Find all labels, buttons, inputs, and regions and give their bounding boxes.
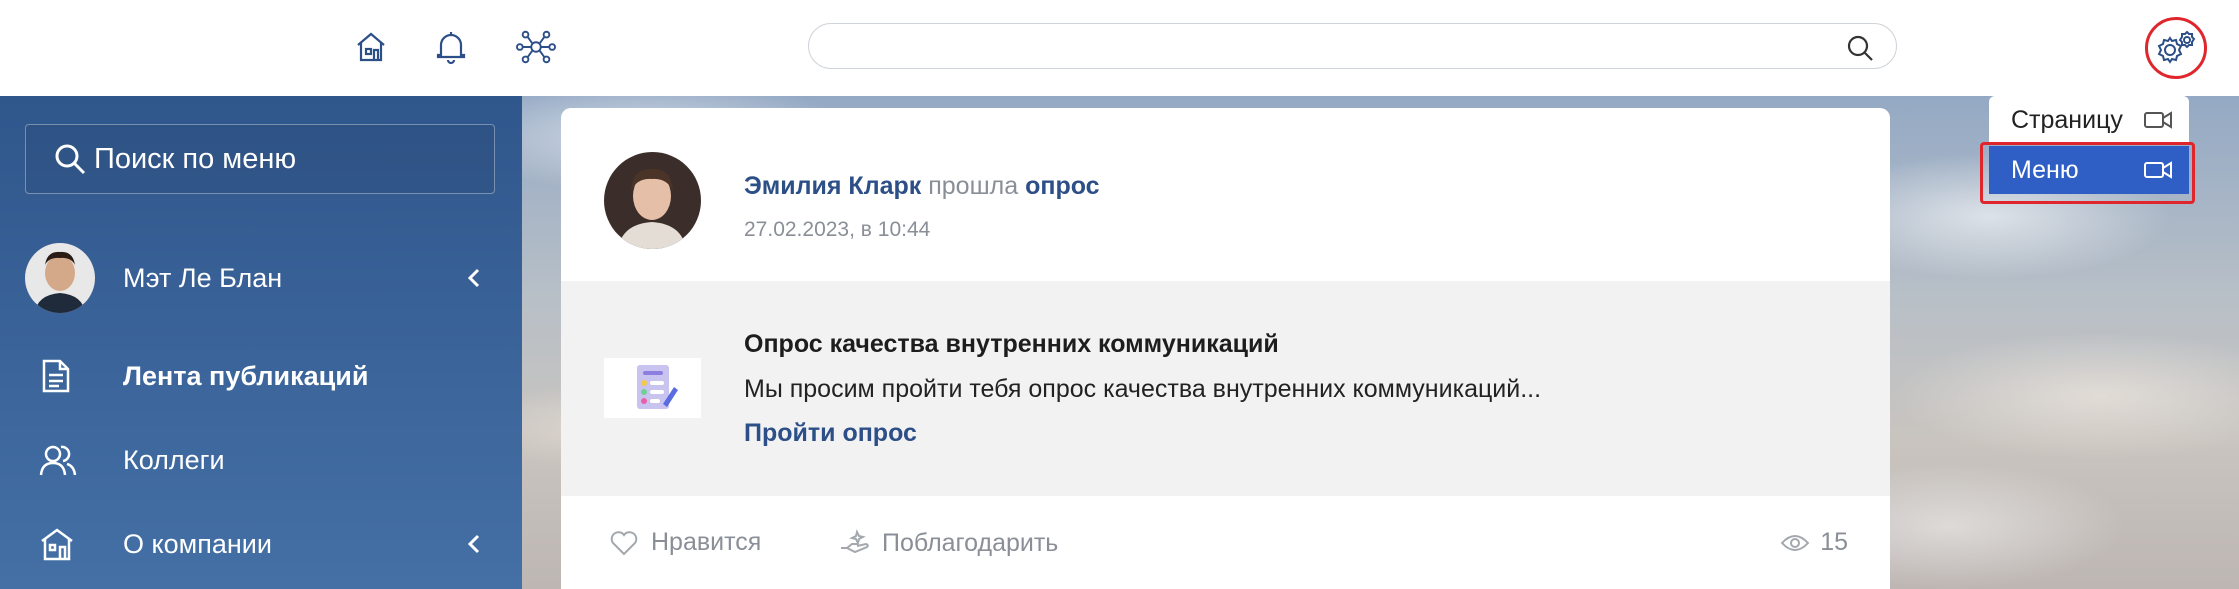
- thank-label: Поблагодарить: [882, 528, 1059, 557]
- views-count: 15: [1820, 528, 1848, 556]
- search-icon[interactable]: [1846, 34, 1874, 62]
- post-date: 27.02.2023, в 10:44: [744, 218, 931, 241]
- post-header: Эмилия Кларк прошла опрос 27.02.2023, в …: [561, 108, 1890, 281]
- sidebar: Поиск по меню Мэт Ле Блан Лента публикац…: [0, 96, 522, 589]
- like-button[interactable]: Нравится: [609, 528, 761, 557]
- sidebar-item-label: О компании: [123, 528, 272, 559]
- gears-icon: [2157, 30, 2196, 64]
- poll-description: Мы просим пройти тебя опрос качества вну…: [744, 375, 1542, 403]
- search-icon: [55, 144, 86, 175]
- author-avatar[interactable]: [604, 152, 701, 249]
- sidebar-search-label: Поиск по меню: [94, 142, 297, 175]
- like-label: Нравится: [651, 528, 762, 556]
- sidebar-item-about[interactable]: О компании: [25, 514, 495, 574]
- settings-button[interactable]: [2145, 17, 2207, 79]
- network-icon[interactable]: [516, 26, 556, 68]
- sidebar-search[interactable]: Поиск по меню: [25, 124, 495, 194]
- user-profile[interactable]: Мэт Ле Блан: [25, 242, 495, 314]
- sidebar-item-feed[interactable]: Лента публикаций: [25, 346, 495, 406]
- sidebar-item-label: Лента публикаций: [123, 360, 369, 391]
- poll-thumbnail: [604, 358, 701, 418]
- take-poll-link[interactable]: Пройти опрос: [744, 419, 917, 448]
- sidebar-item-label: Коллеги: [123, 444, 225, 475]
- chevron-left-icon[interactable]: [463, 533, 485, 555]
- home-icon[interactable]: [351, 26, 391, 68]
- post-card: Эмилия Кларк прошла опрос 27.02.2023, в …: [561, 108, 1890, 589]
- search-input[interactable]: [829, 30, 1829, 62]
- settings-dropdown: Страницу Меню: [1989, 96, 2189, 208]
- poll-block: Опрос качества внутренних коммуникаций М…: [561, 281, 1890, 496]
- author-name[interactable]: Эмилия Кларк: [744, 172, 921, 200]
- video-camera-icon: [2144, 161, 2172, 179]
- avatar: [25, 243, 95, 313]
- search-bar[interactable]: [808, 23, 1897, 69]
- chevron-left-icon[interactable]: [463, 267, 485, 289]
- post-footer: Нравится Поблагодарить 15: [561, 496, 1890, 589]
- post-target[interactable]: опрос: [1025, 172, 1100, 200]
- dropdown-item-pages[interactable]: Страницу: [1989, 96, 2189, 144]
- dropdown-item-menu[interactable]: Меню: [1989, 146, 2189, 194]
- video-camera-icon: [2144, 111, 2172, 129]
- people-icon: [25, 438, 95, 482]
- document-icon: [25, 354, 95, 398]
- top-bar: [0, 0, 2239, 96]
- bell-icon[interactable]: [431, 26, 471, 68]
- eye-icon: [1780, 534, 1810, 551]
- post-meta: Эмилия Кларк прошла опрос: [744, 172, 1100, 201]
- views-counter: 15: [1780, 528, 1848, 557]
- thank-button[interactable]: Поблагодарить: [838, 528, 1058, 558]
- building-icon: [25, 522, 95, 566]
- thank-hand-icon: [841, 529, 869, 554]
- poll-title: Опрос качества внутренних коммуникаций: [744, 330, 1279, 358]
- post-action: прошла: [928, 172, 1019, 200]
- user-name: Мэт Ле Блан: [123, 262, 283, 293]
- dropdown-item-label: Страницу: [2011, 105, 2123, 134]
- dropdown-item-label: Меню: [2011, 155, 2079, 184]
- sidebar-item-colleagues[interactable]: Коллеги: [25, 430, 495, 490]
- heart-icon: [610, 530, 638, 555]
